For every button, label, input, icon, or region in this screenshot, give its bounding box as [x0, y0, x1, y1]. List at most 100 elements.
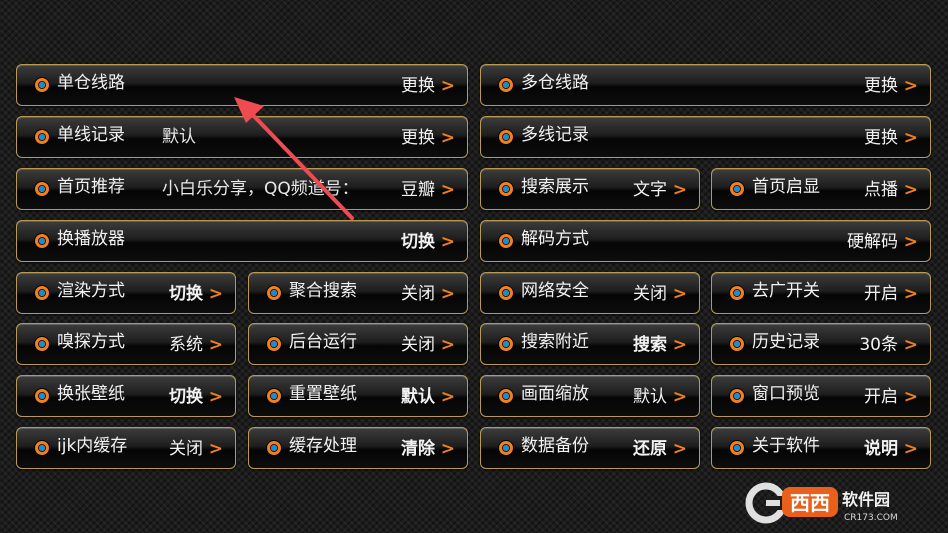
setting-button[interactable]: 缓存处理 清除 >: [248, 427, 468, 469]
setting-label: ijk内缓存: [57, 436, 128, 456]
setting-button[interactable]: 历史记录 30条 >: [711, 323, 931, 365]
setting-label: 嗅探方式: [57, 332, 125, 352]
setting-button[interactable]: 嗅探方式 系统 >: [16, 323, 236, 365]
setting-label: 后台运行: [289, 332, 357, 352]
setting-button[interactable]: 关于软件 说明 >: [711, 427, 931, 469]
radio-dot-icon: [35, 234, 49, 248]
setting-button[interactable]: 多仓线路 更换 >: [480, 64, 931, 106]
chevron-right-icon: >: [208, 335, 223, 355]
setting-note: 小白乐分享，QQ频道号：: [162, 179, 359, 199]
radio-dot-icon: [499, 78, 513, 92]
chevron-right-icon: >: [208, 284, 223, 304]
radio-dot-icon: [35, 389, 49, 403]
radio-dot-icon: [35, 182, 49, 196]
setting-button[interactable]: 聚合搜索 关闭 >: [248, 272, 468, 314]
setting-label: 单线记录: [57, 125, 125, 145]
setting-value: 硬解码: [847, 232, 898, 252]
radio-dot-icon: [35, 441, 49, 455]
setting-button[interactable]: ijk内缓存 关闭 >: [16, 427, 236, 469]
chevron-right-icon: >: [672, 439, 687, 459]
chevron-right-icon: >: [208, 387, 223, 407]
chevron-right-icon: >: [672, 180, 687, 200]
setting-value: 开启: [864, 284, 898, 304]
radio-dot-icon: [499, 389, 513, 403]
setting-button[interactable]: 解码方式 硬解码 >: [480, 220, 931, 262]
setting-button[interactable]: 单线记录 默认 更换 >: [16, 116, 468, 158]
radio-dot-icon: [267, 337, 281, 351]
setting-label: 搜索展示: [521, 177, 589, 197]
setting-label: 首页启显: [752, 177, 820, 197]
setting-label: 窗口预览: [752, 384, 820, 404]
setting-value: 点播: [864, 180, 898, 200]
setting-value: 更换: [401, 128, 435, 148]
radio-dot-icon: [35, 286, 49, 300]
setting-button[interactable]: 窗口预览 开启 >: [711, 375, 931, 417]
setting-label: 换张壁纸: [57, 384, 125, 404]
setting-value: 系统: [169, 335, 203, 355]
chevron-right-icon: >: [440, 232, 455, 252]
setting-button[interactable]: 首页启显 点播 >: [711, 168, 931, 210]
radio-dot-icon: [35, 78, 49, 92]
chevron-right-icon: >: [672, 284, 687, 304]
setting-button[interactable]: 首页推荐 小白乐分享，QQ频道号： 豆瓣 >: [16, 168, 468, 210]
radio-dot-icon: [499, 286, 513, 300]
setting-label: 历史记录: [752, 332, 820, 352]
setting-label: 重置壁纸: [289, 384, 357, 404]
setting-label: 搜索附近: [521, 332, 589, 352]
radio-dot-icon: [267, 441, 281, 455]
setting-button[interactable]: 网络安全 关闭 >: [480, 272, 700, 314]
setting-button[interactable]: 多线记录 更换 >: [480, 116, 931, 158]
radio-dot-icon: [730, 389, 744, 403]
radio-dot-icon: [499, 182, 513, 196]
chevron-right-icon: >: [440, 335, 455, 355]
setting-value: 默认: [633, 387, 667, 407]
settings-grid: 单仓线路 更换 > 多仓线路 更换 > 单线记录 默认 更换 > 多线记录 更换 > 首页推荐 小白乐分享，…: [0, 0, 948, 533]
setting-button[interactable]: 去广开关 开启 >: [711, 272, 931, 314]
setting-button[interactable]: 单仓线路 更换 >: [16, 64, 468, 106]
chevron-right-icon: >: [903, 128, 918, 148]
setting-note: 默认: [162, 127, 196, 147]
setting-label: 渲染方式: [57, 281, 125, 301]
chevron-right-icon: >: [903, 335, 918, 355]
setting-value: 关闭: [401, 284, 435, 304]
setting-label: 单仓线路: [57, 73, 125, 93]
setting-button[interactable]: 换张壁纸 切换 >: [16, 375, 236, 417]
setting-value: 30条: [859, 335, 898, 355]
radio-dot-icon: [730, 441, 744, 455]
setting-button[interactable]: 搜索附近 搜索 >: [480, 323, 700, 365]
setting-label: 画面缩放: [521, 384, 589, 404]
setting-value: 开启: [864, 387, 898, 407]
chevron-right-icon: >: [440, 387, 455, 407]
radio-dot-icon: [499, 234, 513, 248]
radio-dot-icon: [267, 286, 281, 300]
setting-label: 解码方式: [521, 229, 589, 249]
radio-dot-icon: [35, 337, 49, 351]
chevron-right-icon: >: [672, 335, 687, 355]
setting-button[interactable]: 重置壁纸 默认 >: [248, 375, 468, 417]
setting-button[interactable]: 画面缩放 默认 >: [480, 375, 700, 417]
setting-value: 默认: [401, 387, 435, 407]
chevron-right-icon: >: [903, 284, 918, 304]
setting-value: 关闭: [633, 284, 667, 304]
setting-button[interactable]: 搜索展示 文字 >: [480, 168, 700, 210]
setting-button[interactable]: 后台运行 关闭 >: [248, 323, 468, 365]
watermark-brand-main: 西西: [790, 491, 830, 515]
setting-button[interactable]: 数据备份 还原 >: [480, 427, 700, 469]
watermark-url: CR173.COM: [844, 513, 898, 523]
chevron-right-icon: >: [440, 284, 455, 304]
setting-label: 换播放器: [57, 229, 125, 249]
setting-value: 切换: [169, 284, 203, 304]
radio-dot-icon: [730, 182, 744, 196]
setting-value: 还原: [633, 439, 667, 459]
setting-button[interactable]: 渲染方式 切换 >: [16, 272, 236, 314]
setting-label: 首页推荐: [57, 177, 125, 197]
setting-label: 去广开关: [752, 281, 820, 301]
setting-label: 聚合搜索: [289, 281, 357, 301]
chevron-right-icon: >: [903, 232, 918, 252]
radio-dot-icon: [499, 441, 513, 455]
chevron-right-icon: >: [440, 180, 455, 200]
chevron-right-icon: >: [672, 387, 687, 407]
setting-value: 搜索: [633, 335, 667, 355]
setting-button[interactable]: 换播放器 切换 >: [16, 220, 468, 262]
chevron-right-icon: >: [903, 180, 918, 200]
